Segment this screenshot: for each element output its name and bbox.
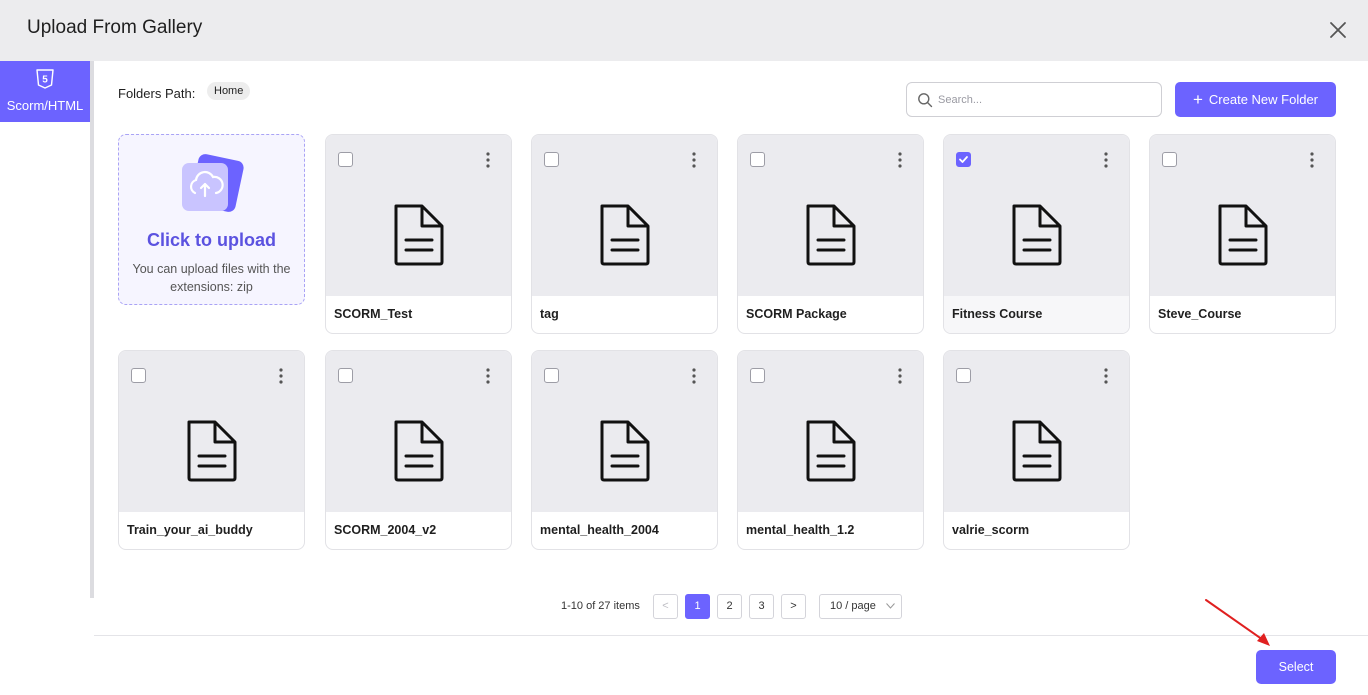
file-checkbox[interactable] <box>131 368 146 383</box>
file-checkbox[interactable] <box>956 368 971 383</box>
folders-path-label: Folders Path: <box>118 86 196 101</box>
cloud-upload-icon <box>182 154 244 212</box>
more-options-icon[interactable] <box>1099 366 1113 386</box>
upload-dropzone[interactable]: Click to upload You can upload files wit… <box>118 134 305 305</box>
pagination-page-3[interactable]: 3 <box>749 594 774 619</box>
document-icon <box>394 204 444 266</box>
page-size-value: 10 / page <box>830 600 876 612</box>
document-icon <box>1012 420 1062 482</box>
pagination-next-button[interactable]: > <box>781 594 806 619</box>
file-card[interactable]: mental_health_1.2 <box>737 350 924 550</box>
file-card[interactable]: Fitness Course <box>943 134 1130 334</box>
file-card[interactable]: mental_health_2004 <box>531 350 718 550</box>
file-name: mental_health_2004 <box>540 523 659 537</box>
footer-divider <box>94 635 1368 636</box>
sidebar-tab-scorm-html[interactable]: 5 Scorm/HTML <box>0 61 90 122</box>
more-options-icon[interactable] <box>481 150 495 170</box>
file-name: tag <box>540 307 559 321</box>
more-options-icon[interactable] <box>893 150 907 170</box>
sidebar-tab-label: Scorm/HTML <box>6 98 84 113</box>
file-card[interactable]: Train_your_ai_buddy <box>118 350 305 550</box>
file-name: Fitness Course <box>952 307 1043 321</box>
document-icon <box>806 420 856 482</box>
upload-subtitle: You can upload files with the extensions… <box>132 262 291 294</box>
document-icon <box>806 204 856 266</box>
more-options-icon[interactable] <box>687 366 701 386</box>
file-name: mental_health_1.2 <box>746 523 855 537</box>
file-card[interactable]: SCORM Package <box>737 134 924 334</box>
annotation-arrow-icon <box>1205 599 1270 646</box>
file-checkbox[interactable] <box>750 152 765 167</box>
document-icon <box>394 420 444 482</box>
sidebar: 5 Scorm/HTML <box>0 61 90 598</box>
file-checkbox[interactable] <box>1162 152 1177 167</box>
sidebar-divider <box>90 61 94 598</box>
document-icon <box>1012 204 1062 266</box>
file-checkbox[interactable] <box>750 368 765 383</box>
breadcrumb-home[interactable]: Home <box>207 82 251 100</box>
page-size-select[interactable]: 10 / page <box>819 594 902 619</box>
chevron-down-icon <box>886 603 895 609</box>
search-input[interactable] <box>938 84 1153 115</box>
upload-title: Click to upload <box>146 230 276 250</box>
file-name: Steve_Course <box>1158 307 1242 321</box>
pagination-summary: 1-10 of 27 items <box>561 600 640 612</box>
document-icon <box>1218 204 1268 266</box>
dialog-header: Upload From Gallery <box>0 0 1368 61</box>
dialog-title: Upload From Gallery <box>27 17 203 38</box>
select-button[interactable]: Select <box>1256 650 1336 684</box>
file-card[interactable]: Steve_Course <box>1149 134 1336 334</box>
file-name: SCORM Package <box>746 307 847 321</box>
plus-icon: + <box>1192 90 1203 109</box>
search-box[interactable] <box>906 82 1162 117</box>
checkmark-icon <box>959 156 968 163</box>
search-icon <box>918 93 933 108</box>
more-options-icon[interactable] <box>481 366 495 386</box>
file-checkbox[interactable] <box>544 368 559 383</box>
svg-text:5: 5 <box>42 75 48 86</box>
close-icon[interactable] <box>1326 18 1350 42</box>
file-checkbox[interactable] <box>544 152 559 167</box>
file-checkbox[interactable] <box>956 152 971 167</box>
file-card[interactable]: tag <box>531 134 718 334</box>
more-options-icon[interactable] <box>274 366 288 386</box>
file-name: SCORM_2004_v2 <box>334 523 437 537</box>
more-options-icon[interactable] <box>1099 150 1113 170</box>
pagination-prev-button[interactable]: < <box>653 594 678 619</box>
pagination-page-2[interactable]: 2 <box>717 594 742 619</box>
file-checkbox[interactable] <box>338 368 353 383</box>
document-icon <box>187 420 237 482</box>
more-options-icon[interactable] <box>687 150 701 170</box>
more-options-icon[interactable] <box>893 366 907 386</box>
document-icon <box>600 204 650 266</box>
html5-icon: 5 <box>36 69 54 89</box>
create-new-folder-label: Create New Folder <box>1208 92 1319 107</box>
pagination-page-1[interactable]: 1 <box>685 594 710 619</box>
file-name: valrie_scorm <box>952 523 1030 537</box>
file-card[interactable]: valrie_scorm <box>943 350 1130 550</box>
document-icon <box>600 420 650 482</box>
file-name: Train_your_ai_buddy <box>127 523 253 537</box>
file-card[interactable]: SCORM_2004_v2 <box>325 350 512 550</box>
create-new-folder-button[interactable]: + Create New Folder <box>1175 82 1336 117</box>
file-card[interactable]: SCORM_Test <box>325 134 512 334</box>
file-name: SCORM_Test <box>334 307 413 321</box>
file-checkbox[interactable] <box>338 152 353 167</box>
more-options-icon[interactable] <box>1305 150 1319 170</box>
